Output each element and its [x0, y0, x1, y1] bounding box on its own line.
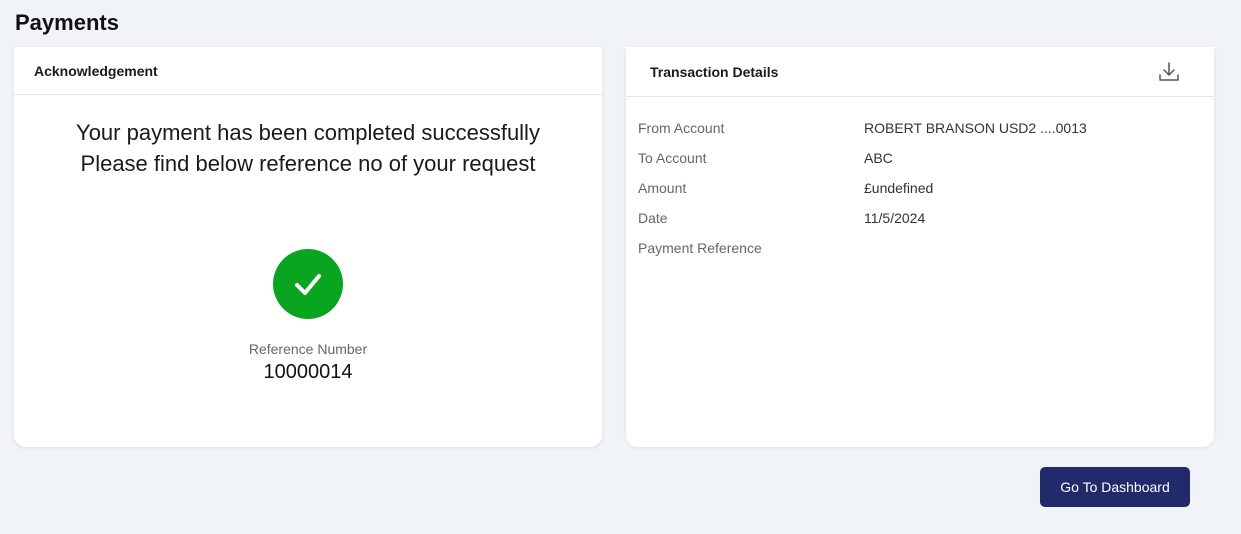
- go-to-dashboard-button[interactable]: Go To Dashboard: [1040, 467, 1190, 507]
- transaction-details-card: Transaction Details From Account ROBERT …: [626, 47, 1214, 447]
- detail-label: Payment Reference: [638, 240, 762, 256]
- reference-number-value: 10000014: [263, 361, 353, 383]
- page-title: Payments: [15, 10, 119, 35]
- check-icon: [295, 274, 321, 295]
- detail-label: To Account: [638, 150, 707, 166]
- acknowledgement-card: Acknowledgement Your payment has been co…: [14, 47, 602, 447]
- detail-label: From Account: [638, 120, 725, 136]
- reference-number-label: Reference Number: [248, 341, 368, 357]
- detail-row-date: Date 11/5/2024: [638, 203, 1202, 233]
- transaction-details-list: From Account ROBERT BRANSON USD2 ....001…: [626, 97, 1214, 279]
- transaction-details-title: Transaction Details: [650, 63, 779, 80]
- acknowledgement-title: Acknowledgement: [34, 62, 158, 79]
- success-check-icon: [273, 249, 343, 319]
- detail-row-from-account: From Account ROBERT BRANSON USD2 ....001…: [638, 113, 1202, 143]
- detail-value: ROBERT BRANSON USD2 ....0013: [864, 120, 1087, 136]
- download-icon[interactable]: [1158, 61, 1180, 83]
- acknowledgement-body: Your payment has been completed successf…: [14, 117, 602, 384]
- detail-value: 11/5/2024: [864, 210, 926, 226]
- success-message-line1: Your payment has been completed successf…: [76, 120, 540, 145]
- detail-label: Amount: [638, 180, 687, 196]
- detail-label: Date: [638, 210, 668, 226]
- acknowledgement-header: Acknowledgement: [14, 47, 602, 95]
- detail-value: ABC: [864, 150, 893, 166]
- detail-row-payment-reference: Payment Reference: [638, 233, 1202, 263]
- detail-row-amount: Amount £undefined: [638, 173, 1202, 203]
- success-message: Your payment has been completed successf…: [14, 117, 602, 179]
- transaction-details-header: Transaction Details: [626, 47, 1214, 97]
- detail-value: £undefined: [864, 180, 934, 196]
- detail-row-to-account: To Account ABC: [638, 143, 1202, 173]
- success-message-line2: Please find below reference no of your r…: [80, 151, 536, 176]
